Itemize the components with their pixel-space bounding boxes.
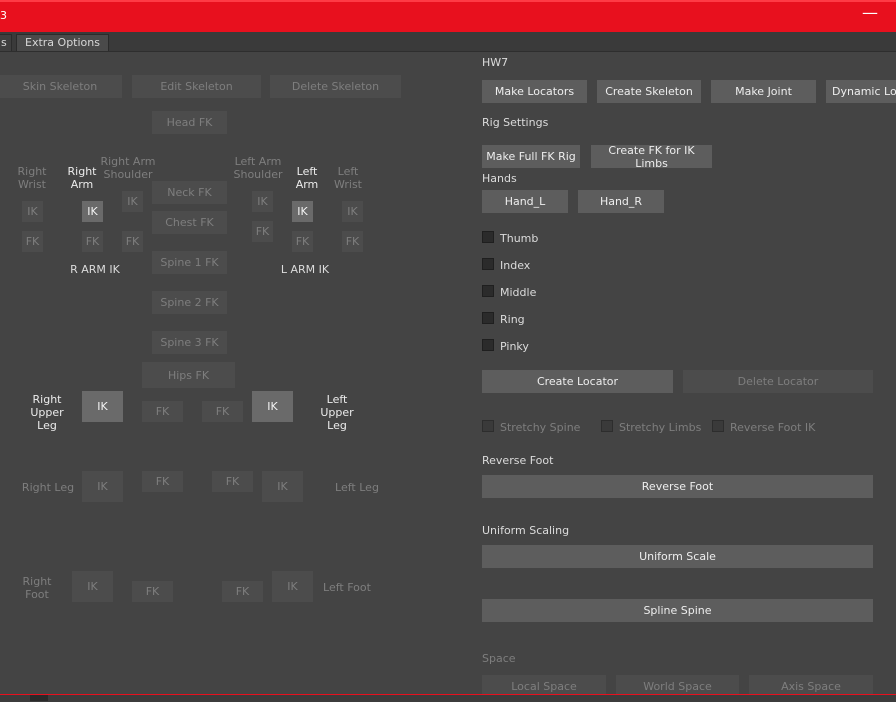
left-arm-shoulder-label: Left Arm Shoulder [233, 155, 283, 181]
pinky-checkbox[interactable] [482, 339, 494, 351]
left-upper-leg-ik-button[interactable]: IK [252, 391, 293, 422]
create-fk-for-ik-limbs-button[interactable]: Create FK for IK Limbs [591, 144, 712, 170]
spine-1-fk-button[interactable]: Spine 1 FK [152, 251, 227, 274]
left-arm-fk-button[interactable]: FK [292, 231, 313, 252]
spine-3-fk-button[interactable]: Spine 3 FK [152, 331, 227, 354]
right-upper-leg-label: Right Upper Leg [30, 393, 64, 432]
left-wrist-label: Left Wrist [333, 165, 362, 191]
skin-skeleton-button[interactable]: Skin Skeleton [0, 75, 122, 98]
reverse-foot-ik-label: Reverse Foot IK [730, 421, 816, 434]
left-upper-leg-fk-button[interactable]: FK [202, 401, 243, 422]
left-upper-leg-label: Left Upper Leg [320, 393, 354, 432]
left-leg-label: Left Leg [335, 481, 379, 494]
ring-label: Ring [500, 313, 525, 326]
right-leg-ik-button[interactable]: IK [82, 471, 123, 502]
left-wrist-ik-button[interactable]: IK [342, 201, 363, 222]
right-arm-fk-button[interactable]: FK [82, 231, 103, 252]
right-arm-ik-button[interactable]: IK [82, 201, 103, 222]
left-leg-ik-button[interactable]: IK [262, 471, 303, 502]
left-foot-label: Left Foot [323, 581, 371, 594]
delete-skeleton-button[interactable]: Delete Skeleton [270, 75, 401, 98]
thumb-label: Thumb [500, 232, 539, 245]
make-full-fk-rig-button[interactable]: Make Full FK Rig [482, 145, 580, 168]
right-foot-ik-button[interactable]: IK [72, 571, 113, 602]
right-upper-leg-fk-button[interactable]: FK [142, 401, 183, 422]
left-arm-ik-button[interactable]: IK [292, 201, 313, 222]
left-wrist-fk-button[interactable]: FK [342, 231, 363, 252]
window-title: 3 [0, 9, 7, 22]
make-joint-button[interactable]: Make Joint [711, 80, 816, 103]
title-bar-highlight [0, 0, 896, 2]
left-foot-fk-button[interactable]: FK [222, 581, 263, 602]
ring-checkbox[interactable] [482, 312, 494, 324]
index-label: Index [500, 259, 531, 272]
right-shoulder-fk-button[interactable]: FK [122, 231, 143, 252]
pinky-label: Pinky [500, 340, 529, 353]
hand-l-button[interactable]: Hand_L [482, 190, 568, 213]
index-checkbox[interactable] [482, 258, 494, 270]
right-foot-label: Right Foot [22, 575, 52, 601]
reverse-foot-ik-checkbox[interactable] [712, 420, 724, 432]
right-wrist-label: Right Wrist [17, 165, 47, 191]
tab-extra-options[interactable]: Extra Options [16, 34, 109, 51]
dynamic-locators-button[interactable]: Dynamic Loc [826, 80, 896, 103]
left-foot-ik-button[interactable]: IK [272, 571, 313, 602]
right-foot-fk-button[interactable]: FK [132, 581, 173, 602]
stretchy-spine-checkbox[interactable] [482, 420, 494, 432]
chest-fk-button[interactable]: Chest FK [152, 211, 227, 234]
stretchy-limbs-checkbox[interactable] [601, 420, 613, 432]
resize-handle[interactable] [30, 695, 48, 701]
stretchy-limbs-label: Stretchy Limbs [619, 421, 702, 434]
right-shoulder-ik-button[interactable]: IK [122, 191, 143, 212]
neck-fk-button[interactable]: Neck FK [152, 181, 227, 204]
title-bar [0, 0, 896, 32]
right-arm-label: Right Arm [67, 165, 97, 191]
edit-skeleton-button[interactable]: Edit Skeleton [132, 75, 261, 98]
hw7-section-title: HW7 [482, 56, 509, 69]
uniform-scale-button[interactable]: Uniform Scale [482, 545, 873, 568]
right-leg-fk-button[interactable]: FK [142, 471, 183, 492]
minimize-button[interactable]: — [862, 3, 878, 22]
right-wrist-fk-button[interactable]: FK [22, 231, 43, 252]
r-arm-ik-label: R ARM IK [70, 263, 120, 276]
hands-label: Hands [482, 172, 517, 185]
left-shoulder-ik-button[interactable]: IK [252, 191, 273, 212]
right-arm-shoulder-label: Right Arm Shoulder [100, 155, 156, 181]
middle-checkbox[interactable] [482, 285, 494, 297]
rig-settings-label: Rig Settings [482, 116, 549, 129]
create-locator-button[interactable]: Create Locator [482, 370, 673, 393]
thumb-checkbox[interactable] [482, 231, 494, 243]
create-skeleton-button[interactable]: Create Skeleton [597, 80, 701, 103]
reverse-foot-section-label: Reverse Foot [482, 454, 554, 467]
head-fk-button[interactable]: Head FK [152, 111, 227, 134]
tab-previous[interactable]: s [0, 34, 12, 51]
left-leg-fk-button[interactable]: FK [212, 471, 253, 492]
spine-2-fk-button[interactable]: Spine 2 FK [152, 291, 227, 314]
space-label: Space [482, 652, 516, 665]
stretchy-spine-label: Stretchy Spine [500, 421, 581, 434]
l-arm-ik-label: L ARM IK [280, 263, 330, 276]
reverse-foot-button[interactable]: Reverse Foot [482, 475, 873, 498]
middle-label: Middle [500, 286, 537, 299]
delete-locator-button[interactable]: Delete Locator [683, 370, 873, 393]
uniform-scaling-label: Uniform Scaling [482, 524, 570, 537]
left-arm-label: Left Arm [295, 165, 319, 191]
hand-r-button[interactable]: Hand_R [578, 190, 664, 213]
left-shoulder-fk-button[interactable]: FK [252, 221, 273, 242]
right-leg-label: Right Leg [21, 481, 75, 494]
right-upper-leg-ik-button[interactable]: IK [82, 391, 123, 422]
spline-spine-button[interactable]: Spline Spine [482, 599, 873, 622]
right-wrist-ik-button[interactable]: IK [22, 201, 43, 222]
make-locators-button[interactable]: Make Locators [482, 80, 587, 103]
tab-bar: s Extra Options [0, 32, 896, 52]
hips-fk-button[interactable]: Hips FK [142, 362, 235, 388]
